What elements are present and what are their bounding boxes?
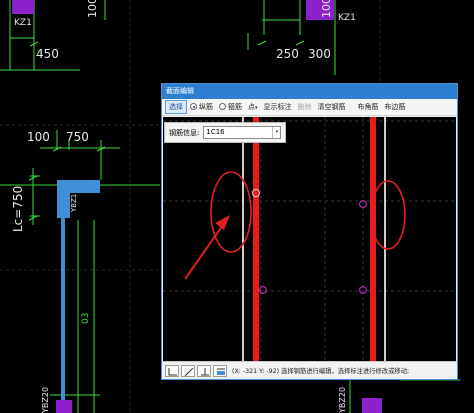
chevron-down-icon[interactable]: ▾ (272, 127, 280, 138)
annotation-ellipse-right (370, 180, 406, 250)
label-ybz20-left: YBZ20 (41, 387, 50, 413)
rebar-info-value: 1C16 (206, 128, 225, 136)
line-draw-icon[interactable] (181, 364, 195, 377)
section-editor-dialog[interactable]: 截面编辑 选择 纵筋 箍筋 点▾ 显示标注 删除 清空钢筋 布角筋 布边筋 钢筋… (161, 83, 458, 380)
annotation-ellipse-left (210, 171, 252, 253)
corner-rebar-button[interactable]: 布角筋 (355, 101, 382, 113)
dim-100-mid: 100 (320, 0, 333, 18)
clear-rebar-button[interactable]: 清空钢筋 (315, 101, 349, 113)
section-outline (242, 117, 386, 361)
point-dropdown[interactable]: 点▾ (245, 101, 261, 113)
annotation-arrow-head (215, 215, 230, 230)
delete-button[interactable]: 删除 (295, 101, 315, 113)
show-label-button[interactable]: 显示标注 (261, 101, 295, 113)
dim-100-lower: 100 (27, 130, 50, 144)
radio-unchecked-icon (219, 103, 226, 110)
rebar-info-combobox[interactable]: 1C16 ▾ (203, 126, 282, 139)
column-bottom-right (362, 398, 382, 413)
label-ybz1: YBZ1 (70, 194, 78, 213)
ortho-icon[interactable] (197, 364, 211, 377)
dim-750: 750 (66, 130, 89, 144)
section-canvas[interactable] (163, 117, 456, 361)
section-drawing (163, 117, 456, 361)
dim-100-left: 100 (86, 0, 99, 18)
rebar-info-label: 钢筋信息: (169, 128, 200, 137)
rebar-bar-left[interactable] (253, 117, 259, 361)
annotation-arrow-shaft (184, 224, 224, 280)
axis-icon[interactable] (165, 364, 179, 377)
dim-300: 300 (308, 47, 331, 61)
chevron-down-icon: ▾ (255, 105, 258, 111)
section-grid (163, 117, 456, 361)
snap-icon[interactable] (213, 364, 227, 377)
select-button[interactable]: 选择 (165, 100, 187, 114)
dim-450: 450 (36, 47, 59, 61)
dim-lc: Lc=750 (11, 186, 25, 232)
dialog-status-bar: (X: -321 Y: -92) 选择钢筋进行编辑，选择标注进行修改或移动; (162, 361, 457, 379)
point-label: 点 (248, 103, 255, 111)
edge-rebar-button[interactable]: 布边筋 (382, 101, 409, 113)
label-kz1-left: KZ1 (14, 18, 32, 28)
longitudinal-label: 纵筋 (199, 103, 213, 111)
dialog-title[interactable]: 截面编辑 (162, 84, 457, 99)
column-kz1-left (12, 0, 34, 14)
rebar-info-panel: 钢筋信息: 1C16 ▾ (164, 122, 286, 143)
dim-03: 03 (81, 313, 91, 324)
stirrup-radio-option[interactable]: 箍筋 (216, 101, 245, 113)
label-kz1-mid: KZ1 (338, 13, 356, 23)
label-ybz20-right: YBZ20 (338, 387, 347, 413)
status-text: (X: -321 Y: -92) 选择钢筋进行编辑，选择标注进行修改或移动; (232, 368, 410, 375)
ybz1-column-shape[interactable] (57, 180, 100, 218)
dim-250: 250 (276, 47, 299, 61)
dialog-toolbar: 选择 纵筋 箍筋 点▾ 显示标注 删除 清空钢筋 布角筋 布边筋 (162, 99, 457, 116)
radio-checked-icon (190, 103, 197, 110)
longitudinal-radio-option[interactable]: 纵筋 (187, 101, 216, 113)
rebar-point[interactable] (259, 286, 267, 294)
stirrup-label: 箍筋 (228, 103, 242, 111)
column-bottom-left (56, 400, 72, 413)
